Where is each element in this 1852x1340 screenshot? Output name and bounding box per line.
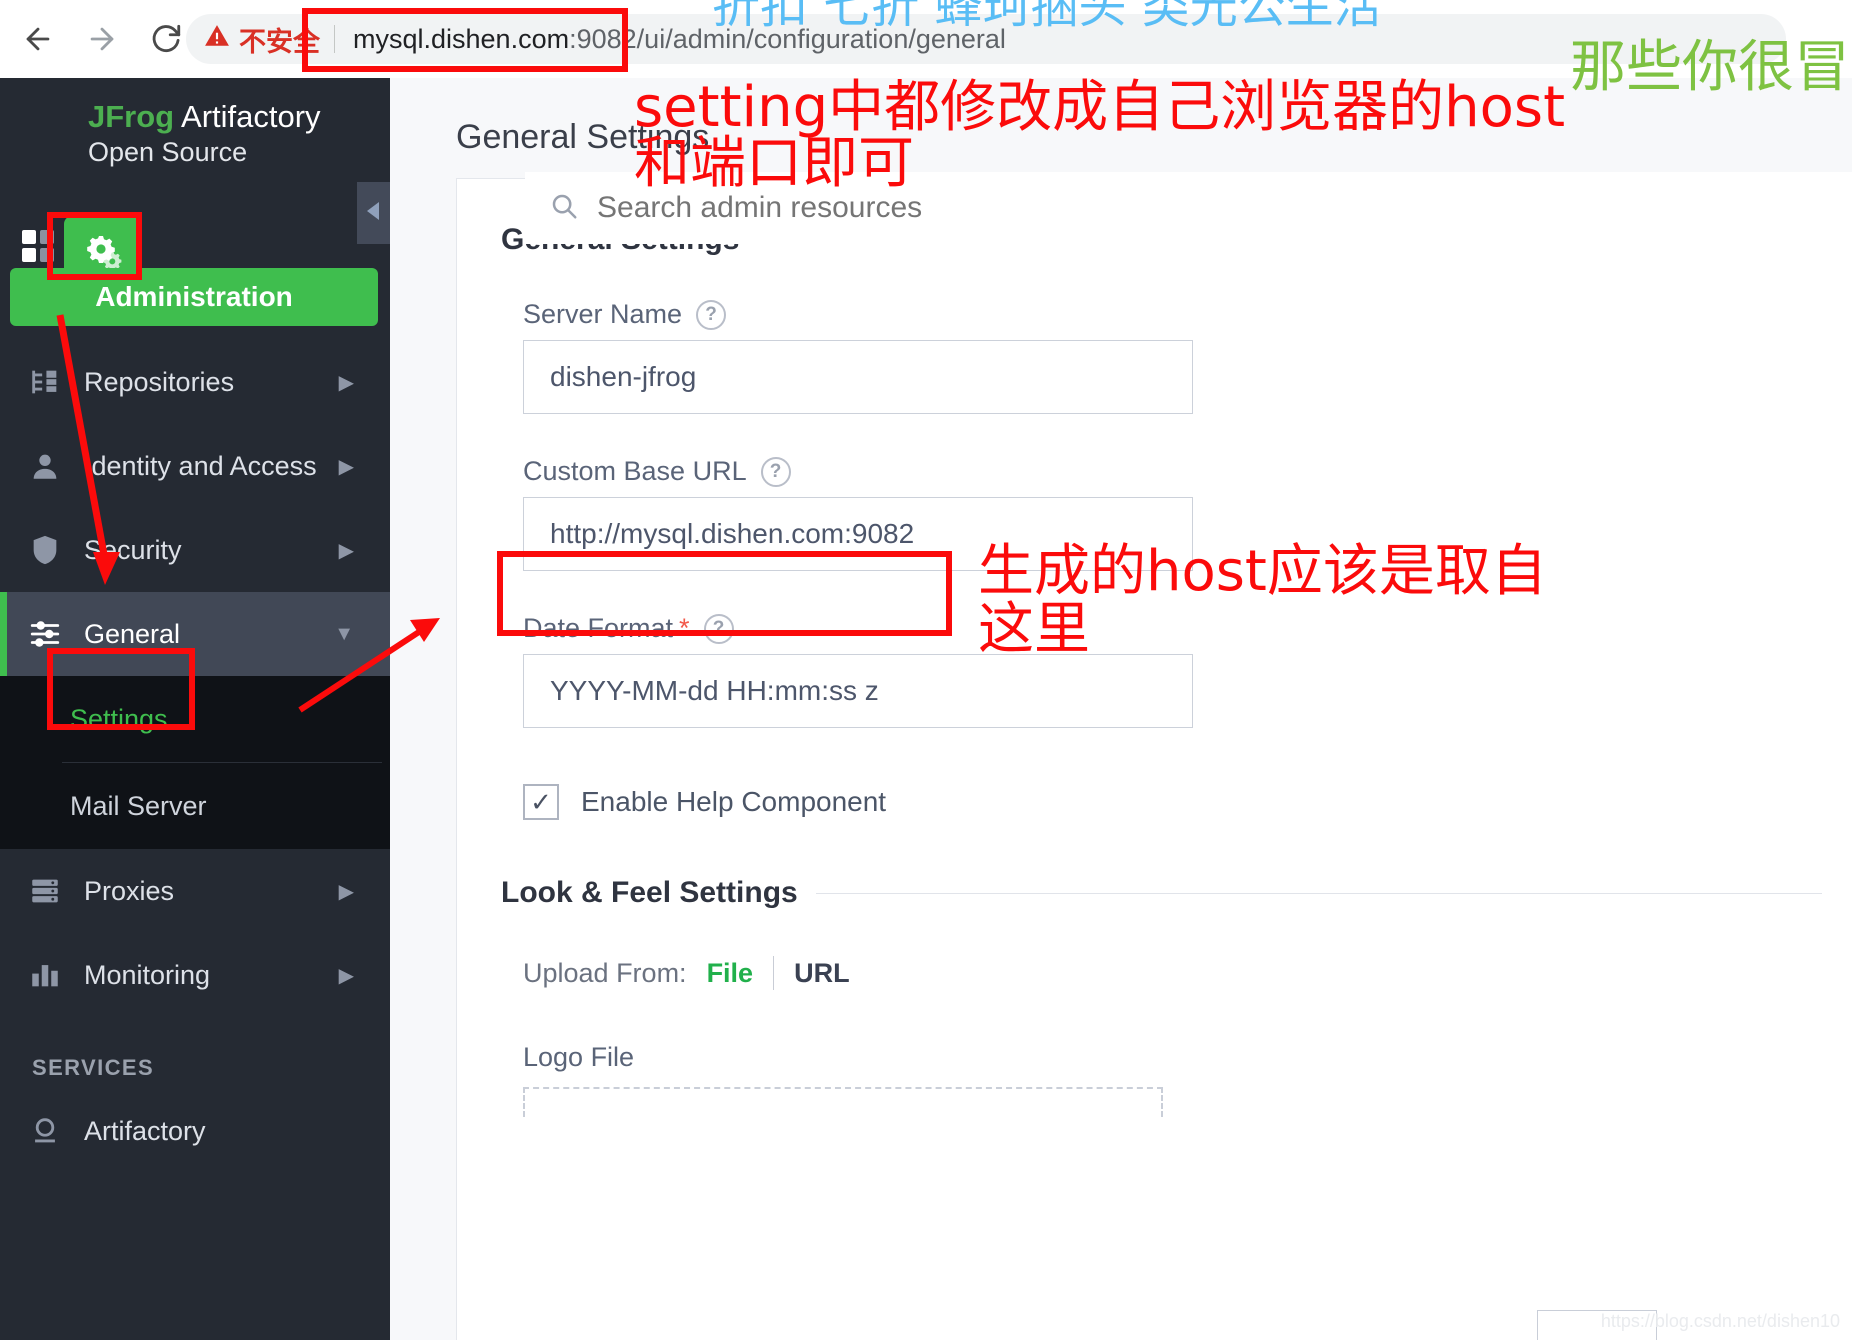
reload-button[interactable] [140,13,192,65]
chevron-right-icon: ▶ [339,454,354,479]
question-mark-icon[interactable]: ? [696,300,726,330]
field-date-format: Date Format * ? [501,613,1852,728]
sidebar-item-label: Repositories [84,367,234,398]
sidebar-item-repositories[interactable]: Repositories ▶ [0,340,390,424]
search-icon [549,191,579,226]
server-name-label-row: Server Name ? [523,299,1852,330]
sidebar-subitem-mail-server[interactable]: Mail Server [0,763,390,849]
sidebar-item-label: Proxies [84,876,174,907]
sidebar-item-label: Security [84,535,182,566]
artifactory-circle-icon [22,1114,68,1148]
sidebar-subitem-settings[interactable]: Settings [0,676,390,762]
upload-from-label: Upload From: [523,958,687,989]
settings-card: General Settings Server Name ? Custom Ba… [456,178,1852,1340]
sidebar-item-proxies[interactable]: Proxies ▶ [0,849,390,933]
administration-label: Administration [95,281,293,313]
chevron-down-icon: ▼ [334,623,354,646]
security-indicator[interactable]: 不安全 [186,20,334,59]
enable-help-component-row[interactable]: ✓ Enable Help Component [501,784,1852,820]
custom-base-url-input[interactable] [523,497,1193,571]
sidebar-item-label: Identity and Access [84,451,317,482]
security-label: 不安全 [239,20,320,59]
page-title: General Settings [390,78,1852,157]
arrow-left-icon [21,22,55,56]
brand-logo: JFrog Artifactory Open Source [0,78,390,167]
grid-apps-icon[interactable] [22,230,56,264]
chevron-right-icon: ▶ [339,538,354,563]
sidebar-item-identity-and-access[interactable]: Identity and Access ▶ [0,424,390,508]
search-input[interactable] [597,191,1852,225]
brand-product: Artifactory [174,99,320,134]
url-text[interactable]: mysql.dishen.com:9082/ui/admin/configura… [335,24,1006,55]
sidebar-nav: Repositories ▶ Identity and Access ▶ Sec… [0,340,390,1173]
server-name-label: Server Name [523,299,682,330]
artifactory-app: JFrog Artifactory Open Source [0,78,1852,1340]
legend-rule [816,893,1822,894]
sidebar-item-monitoring[interactable]: Monitoring ▶ [0,933,390,1017]
enable-help-label: Enable Help Component [581,786,886,818]
question-mark-icon[interactable]: ? [704,614,734,644]
logo-file-dropzone[interactable] [523,1087,1163,1117]
question-mark-icon[interactable]: ? [761,457,791,487]
browser-toolbar: 不安全 mysql.dishen.com:9082/ui/admin/confi… [0,0,1852,78]
screenshot-root: 不安全 mysql.dishen.com:9082/ui/admin/confi… [0,0,1852,1340]
sliders-icon [22,617,68,651]
user-icon [22,449,68,483]
arrow-right-icon [85,22,119,56]
date-format-label: Date Format [523,613,673,644]
url-host: mysql.dishen.com [353,24,569,54]
chevron-left-icon [364,198,384,229]
upload-from-row: Upload From: File URL [501,956,1852,990]
sidebar-section-services: SERVICES [0,1017,390,1089]
upload-tab-url[interactable]: URL [794,958,850,989]
sidebar-collapse-button[interactable] [357,182,391,244]
date-format-input[interactable] [523,654,1193,728]
administration-button[interactable]: Administration [10,268,378,326]
forward-button[interactable] [76,13,128,65]
admin-search-bar[interactable] [525,172,1852,244]
legend-label: Look & Feel Settings [501,876,798,910]
sidebar-item-artifactory[interactable]: Artifactory [0,1089,390,1173]
reload-icon [149,22,183,56]
chevron-right-icon: ▶ [339,879,354,904]
server-name-input[interactable] [523,340,1193,414]
sidebar-subitem-label: Mail Server [70,791,207,822]
watermark: https://blog.csdn.net/dishen10 [1601,1311,1840,1332]
logo-file-label: Logo File [501,1042,1852,1073]
sidebar-item-label: General [84,619,180,650]
sidebar: JFrog Artifactory Open Source [0,78,390,1340]
sidebar-item-label: Monitoring [84,960,210,991]
field-server-name: Server Name ? [501,299,1852,414]
custom-base-url-label-row: Custom Base URL ? [523,456,1852,487]
sidebar-item-security[interactable]: Security ▶ [0,508,390,592]
custom-base-url-label: Custom Base URL [523,456,747,487]
repository-tree-icon [22,365,68,399]
shield-icon [22,533,68,567]
address-bar[interactable]: 不安全 mysql.dishen.com:9082/ui/admin/confi… [186,14,1786,64]
warning-triangle-icon [204,23,230,56]
date-format-label-row: Date Format * ? [523,613,1852,644]
look-and-feel-legend: Look & Feel Settings [501,876,1852,910]
back-button[interactable] [12,13,64,65]
sidebar-subnav-general: Settings Mail Server [0,676,390,849]
upload-tab-divider [773,956,774,990]
check-icon: ✓ [530,789,552,815]
url-path: /ui/admin/configuration/general [637,24,1006,54]
chevron-right-icon: ▶ [339,370,354,395]
bar-chart-icon [22,958,68,992]
brand-jfrog: JFrog [88,99,174,134]
sidebar-item-label: Artifactory [84,1116,206,1147]
sidebar-subitem-label: Settings [70,704,168,735]
field-custom-base-url: Custom Base URL ? [501,456,1852,571]
sidebar-item-general[interactable]: General ▼ [0,592,390,676]
url-port: :9082 [569,24,637,54]
required-marker: * [679,613,690,644]
main-content: General Settings General Settings Server… [390,78,1852,1340]
brand-edition: Open Source [88,137,390,167]
chevron-right-icon: ▶ [339,963,354,988]
server-stack-icon [22,874,68,908]
upload-tab-file[interactable]: File [707,958,754,989]
enable-help-checkbox[interactable]: ✓ [523,784,559,820]
